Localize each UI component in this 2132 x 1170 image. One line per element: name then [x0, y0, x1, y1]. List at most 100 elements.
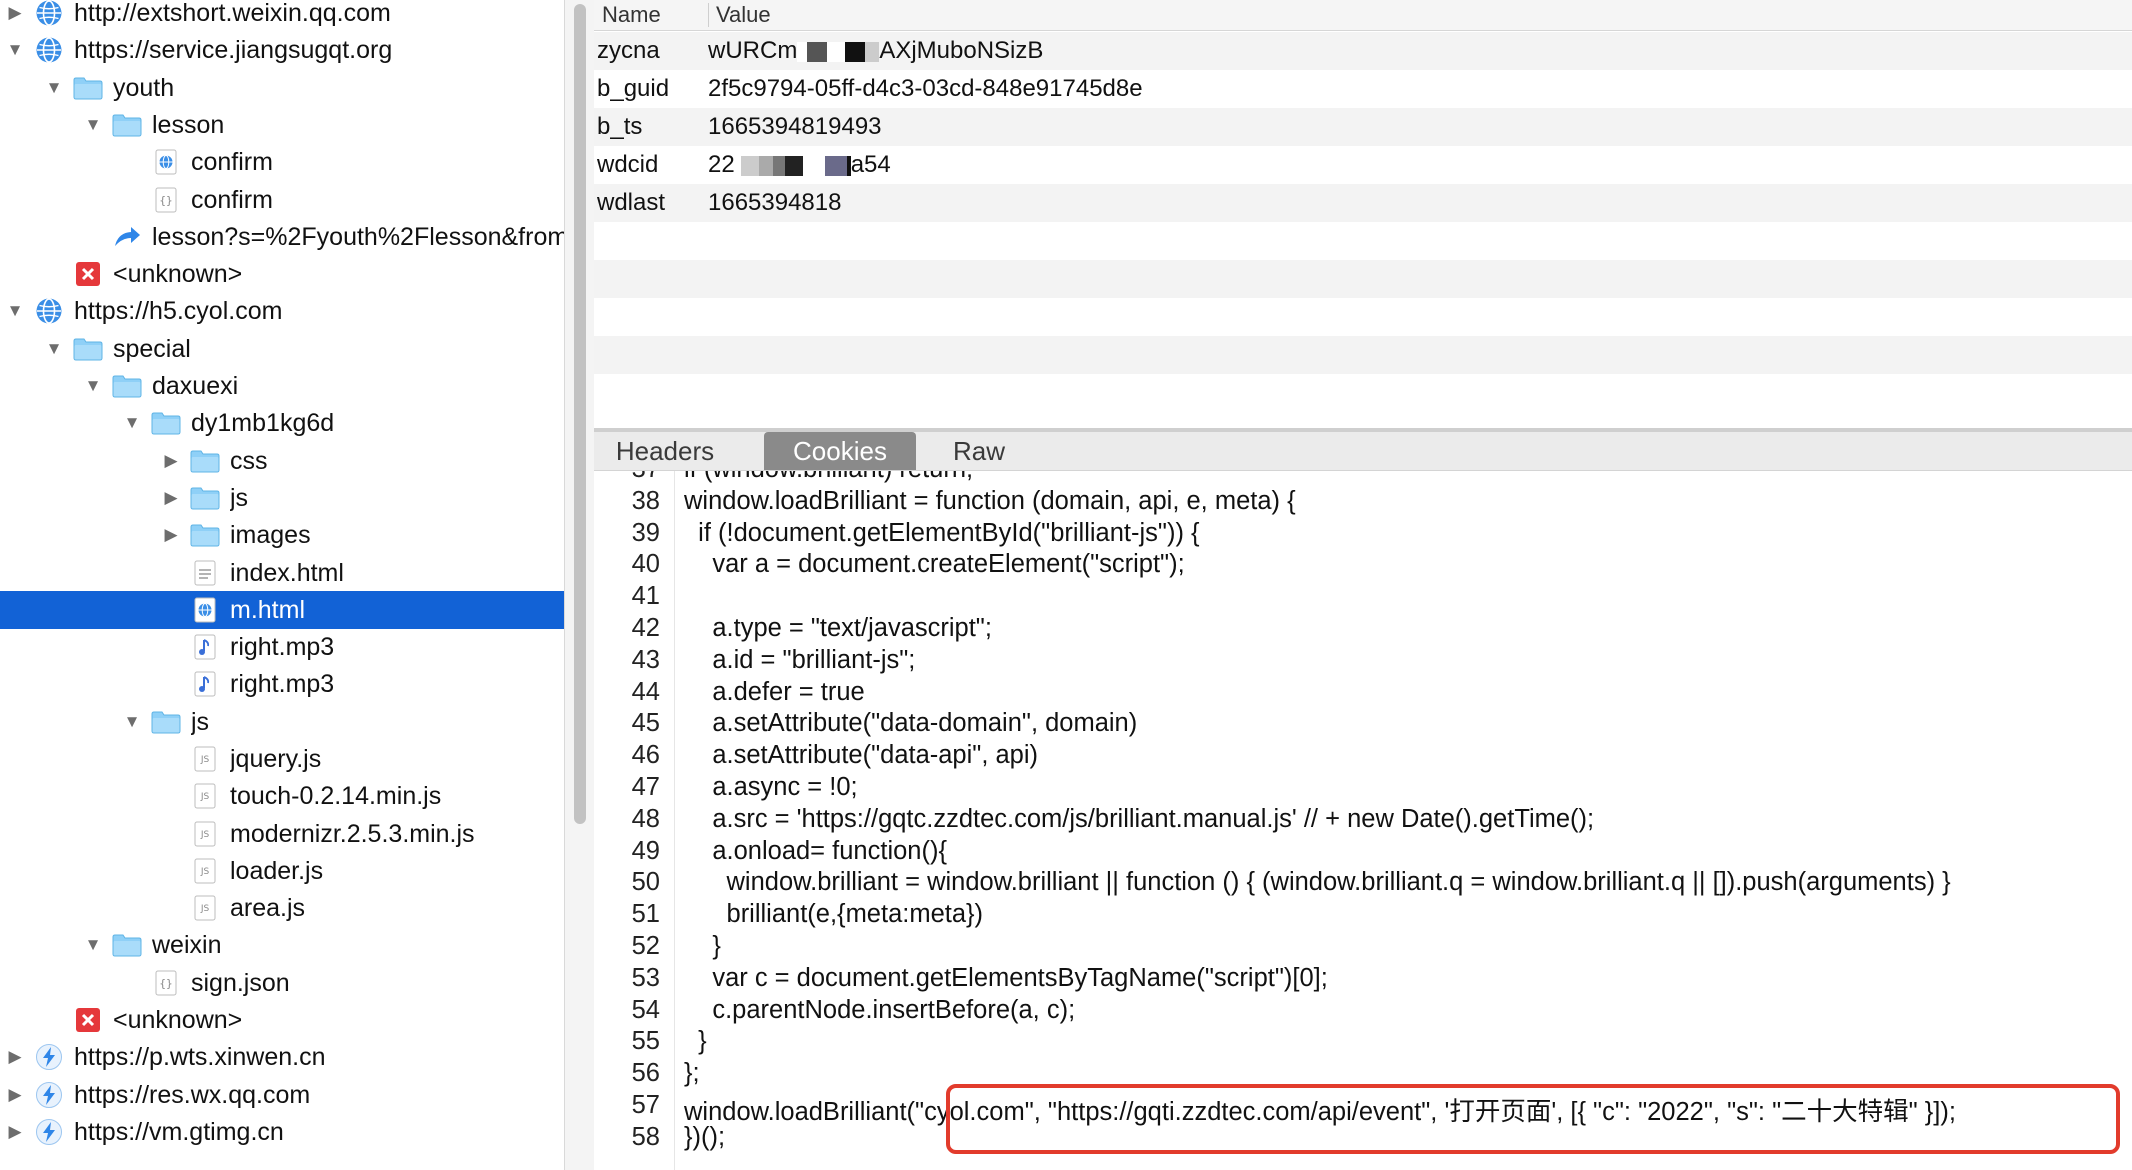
tree-row[interactable]: confirm — [0, 143, 564, 181]
cookie-row[interactable]: zycna wURCm AXjMuboNSizB — [594, 32, 2132, 70]
tree-row[interactable]: index.html — [0, 554, 564, 592]
tab-cookies[interactable]: Cookies — [764, 432, 916, 470]
line-number: 38 — [631, 486, 660, 515]
tree-row[interactable]: ▼ https://service.jiangsugqt.org — [0, 31, 564, 69]
tree-row-label: right.mp3 — [230, 669, 335, 698]
expanded-triangle-icon[interactable]: ▼ — [121, 711, 143, 733]
code-line: 56}; — [594, 1059, 2132, 1091]
tree-row[interactable]: ▶ https://vm.gtimg.cn — [0, 1113, 564, 1151]
column-divider[interactable] — [708, 3, 709, 27]
code-text: a.onload= function(){ — [684, 836, 947, 865]
column-header-name[interactable]: Name — [602, 2, 661, 28]
tree-scrollbar[interactable] — [564, 0, 596, 1170]
json-file-icon: {} — [151, 186, 181, 214]
cookie-value-prefix: 22 — [708, 151, 735, 178]
collapsed-triangle-icon[interactable]: ▶ — [4, 1121, 26, 1143]
code-text: a.async = !0; — [684, 773, 858, 801]
tree-row-label: css — [230, 446, 268, 475]
tree-row[interactable]: ▼ lesson — [0, 106, 564, 144]
collapsed-triangle-icon[interactable]: ▶ — [160, 524, 182, 546]
tree-row[interactable]: JS jquery.js — [0, 740, 564, 778]
svg-text:{}: {} — [159, 977, 172, 990]
code-text: brilliant(e,{meta:meta}) — [684, 900, 984, 929]
tree-row[interactable]: {} confirm — [0, 181, 564, 219]
cookie-row[interactable]: b_ts 1665394819493 — [594, 108, 2132, 146]
tree-row[interactable]: ▼ https://h5.cyol.com — [0, 292, 564, 330]
svg-text:JS: JS — [200, 904, 210, 914]
tree-row[interactable]: <unknown> — [0, 255, 564, 293]
expanded-triangle-icon[interactable]: ▼ — [4, 39, 26, 61]
cookie-value-suffix: AXjMuboNSizB — [879, 37, 1044, 64]
tree-row-label: http://extshort.weixin.qq.com — [74, 0, 391, 27]
expanded-triangle-icon[interactable]: ▼ — [82, 114, 104, 136]
line-number: 48 — [631, 804, 660, 833]
code-line: 46 a.setAttribute("data-api", api) — [594, 741, 2132, 773]
tree-row[interactable]: {} sign.json — [0, 964, 564, 1002]
tree-row[interactable]: ▼ weixin — [0, 926, 564, 964]
cookie-value-prefix: 2f5c9794-05ff-d4c3-03cd-848e91745d8e — [708, 75, 1143, 102]
tree-row[interactable]: ▶ http://extshort.weixin.qq.com — [0, 0, 564, 32]
expanded-triangle-icon[interactable]: ▼ — [43, 77, 65, 99]
tree-row[interactable]: right.mp3 — [0, 628, 564, 666]
code-line: 43 a.id = "brilliant-js"; — [594, 646, 2132, 678]
collapsed-triangle-icon[interactable]: ▶ — [4, 2, 26, 24]
tree-row[interactable]: JS touch-0.2.14.min.js — [0, 777, 564, 815]
cookie-row[interactable]: wdcid 22 a54 — [594, 146, 2132, 184]
tree-row[interactable]: m.html — [0, 591, 564, 629]
tree-row-label: https://h5.cyol.com — [74, 296, 283, 325]
tree-row-label: images — [230, 520, 311, 549]
expanded-triangle-icon[interactable]: ▼ — [82, 375, 104, 397]
redaction-block — [865, 41, 880, 62]
tree-row[interactable]: ▼ youth — [0, 69, 564, 107]
collapsed-triangle-icon[interactable]: ▶ — [160, 487, 182, 509]
expanded-triangle-icon[interactable]: ▼ — [82, 934, 104, 956]
tab-headers[interactable]: Headers — [604, 432, 726, 470]
code-line: 39 if (!document.getElementById("brillia… — [594, 519, 2132, 551]
audio-file-icon — [190, 670, 220, 698]
tree-row[interactable]: ▶ css — [0, 442, 564, 480]
tree-row[interactable]: ▼ dy1mb1kg6d — [0, 404, 564, 442]
tree-row[interactable]: JS area.js — [0, 889, 564, 927]
expanded-triangle-icon[interactable]: ▼ — [43, 338, 65, 360]
tree-row[interactable]: ▶ images — [0, 516, 564, 554]
cookie-name: b_guid — [597, 75, 670, 102]
tree-row[interactable]: right.mp3 — [0, 665, 564, 703]
tree-scrollbar-thumb[interactable] — [574, 4, 586, 824]
expanded-triangle-icon[interactable]: ▼ — [121, 412, 143, 434]
tree-row[interactable]: ▶ js — [0, 479, 564, 517]
tree-row-label: special — [113, 334, 191, 363]
cookie-row[interactable]: b_guid 2f5c9794-05ff-d4c3-03cd-848e91745d… — [594, 70, 2132, 108]
tree-row[interactable]: ▼ special — [0, 330, 564, 368]
globe-icon — [34, 0, 64, 27]
line-number: 39 — [631, 518, 660, 547]
tree-row[interactable]: JS modernizr.2.5.3.min.js — [0, 815, 564, 853]
code-line: 51 brilliant(e,{meta:meta}) — [594, 900, 2132, 932]
collapsed-triangle-icon[interactable]: ▶ — [160, 450, 182, 472]
globe-icon — [34, 36, 64, 64]
tree-row-label: daxuexi — [152, 371, 239, 400]
tree-row-label: js — [191, 707, 210, 736]
collapsed-triangle-icon[interactable]: ▶ — [4, 1046, 26, 1068]
tree-row[interactable]: <unknown> — [0, 1001, 564, 1039]
redaction-block — [807, 41, 828, 62]
tab-raw[interactable]: Raw — [924, 432, 1034, 470]
collapsed-triangle-icon[interactable]: ▶ — [4, 1084, 26, 1106]
tree-row[interactable]: ▶ https://res.wx.qq.com — [0, 1076, 564, 1114]
tree-row[interactable]: ▼ js — [0, 703, 564, 741]
column-header-value[interactable]: Value — [716, 2, 771, 28]
tree-row[interactable]: ▼ daxuexi — [0, 367, 564, 405]
tree-row[interactable]: lesson?s=%2Fyouth%2Flesson&from — [0, 218, 564, 256]
cookie-row[interactable]: wdlast 1665394818 — [594, 184, 2132, 222]
code-view[interactable]: 37 if (window.brilliant) return; 38 window.… — [594, 471, 2132, 1170]
tree-row-label: weixin — [152, 930, 222, 959]
svg-text:JS: JS — [200, 867, 210, 877]
tree-row-label: dy1mb1kg6d — [191, 408, 335, 437]
expanded-triangle-icon[interactable]: ▼ — [4, 300, 26, 322]
tree-row-label: confirm — [191, 185, 273, 214]
tree-row[interactable]: JS loader.js — [0, 852, 564, 890]
tree-row[interactable]: ▶ https://p.wts.xinwen.cn — [0, 1038, 564, 1076]
